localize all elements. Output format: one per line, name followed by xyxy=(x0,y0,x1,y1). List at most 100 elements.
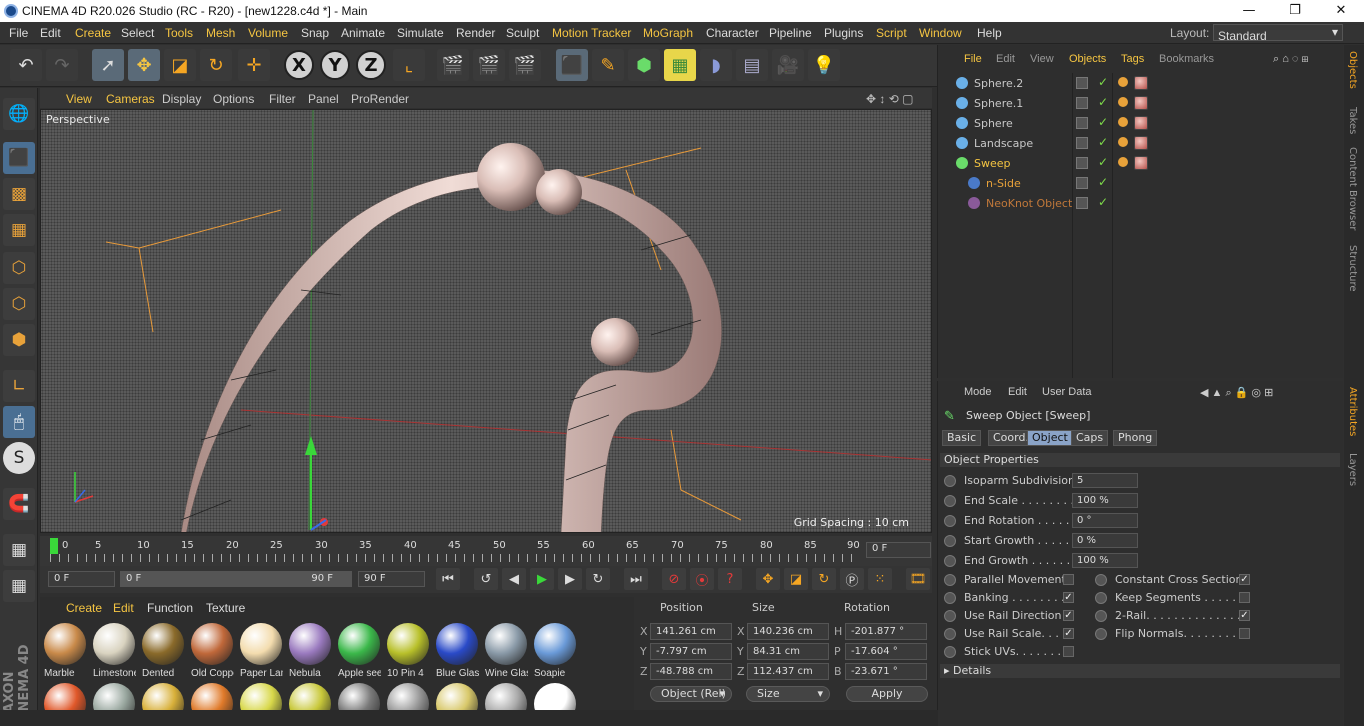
enabled-check-icon[interactable]: ✓ xyxy=(1098,155,1108,169)
material-swatch[interactable]: Dented xyxy=(140,621,185,679)
property-checkbox[interactable] xyxy=(1239,628,1250,639)
viewport-menu-panel[interactable]: Panel xyxy=(308,92,339,106)
animate-radio-icon[interactable] xyxy=(1095,628,1107,640)
phong-tag-icon[interactable] xyxy=(1118,137,1128,147)
position-field[interactable]: -48.788 cm xyxy=(650,663,732,680)
attribute-menu-mode[interactable]: Mode xyxy=(964,386,992,398)
go-to-end-icon[interactable]: ⏭ xyxy=(624,568,648,590)
navigation-arrows-icon[interactable]: ◀ ▲ ⌕ 🔒 ◎ ⊞ xyxy=(1200,386,1273,400)
menu-script[interactable]: Script xyxy=(876,26,907,40)
viewport-menu-cameras[interactable]: Cameras xyxy=(106,92,155,106)
material-swatch[interactable]: Marble xyxy=(42,621,87,679)
object-row[interactable]: Sphere ✓ xyxy=(938,113,1344,133)
phong-tag-icon[interactable] xyxy=(1118,157,1128,167)
property-checkbox[interactable]: ✓ xyxy=(1063,628,1074,639)
enabled-check-icon[interactable]: ✓ xyxy=(1098,75,1108,89)
object-name[interactable]: NeoKnot Object xyxy=(986,197,1072,210)
property-checkbox[interactable] xyxy=(1063,646,1074,657)
object-row[interactable]: Sweep ✓ xyxy=(938,153,1344,173)
material-swatch[interactable]: Nebula xyxy=(287,621,332,679)
object-row[interactable]: NeoKnot Object ✓ xyxy=(938,193,1344,213)
material-tag-icon[interactable] xyxy=(1134,156,1148,170)
workplane-mode-icon[interactable]: ▦ xyxy=(3,214,35,246)
sphere[interactable] xyxy=(591,318,639,366)
viewport-menu-display[interactable]: Display xyxy=(162,92,201,106)
material-swatch[interactable]: Apple seed xyxy=(336,621,381,679)
snapping-icon[interactable]: 🧲 xyxy=(3,488,35,520)
attribute-tab[interactable]: Caps xyxy=(1071,430,1109,446)
close-button[interactable]: ✕ xyxy=(1318,0,1364,22)
live-selection-icon[interactable]: ➚ xyxy=(92,49,124,81)
model-mode-icon[interactable]: ⬛ xyxy=(3,142,35,174)
cube-object-icon[interactable]: ⬛ xyxy=(556,49,588,81)
material-swatch[interactable]: 10 Pin 4 xyxy=(385,621,430,679)
layer-visibility-icon[interactable] xyxy=(1076,197,1088,209)
previous-frame-icon[interactable]: ◀ xyxy=(502,568,526,590)
object-row[interactable]: n-Side ✓ xyxy=(938,173,1344,193)
side-tab-content-browser[interactable]: Content Browser xyxy=(1347,147,1358,230)
recent-tools-icon[interactable]: ✛ xyxy=(238,49,270,81)
object-menu-bookmarks[interactable]: Bookmarks xyxy=(1159,53,1214,65)
side-tab-takes[interactable]: Takes xyxy=(1347,107,1358,134)
phong-tag-icon[interactable] xyxy=(1118,117,1128,127)
object-menu-tags[interactable]: Tags xyxy=(1121,53,1144,65)
frame-range-slider[interactable]: 0 F 90 F xyxy=(120,571,352,587)
layer-visibility-icon[interactable] xyxy=(1076,157,1088,169)
menu-pipeline[interactable]: Pipeline xyxy=(769,26,812,40)
parameter-key-icon[interactable]: Ⓟ xyxy=(840,568,864,590)
timeline[interactable]: 0 5 10 15 20 25 30 35 40 45 50 55 60 65 … xyxy=(40,536,932,566)
side-tab-layers[interactable]: Layers xyxy=(1347,453,1358,486)
menu-edit[interactable]: Edit xyxy=(40,26,61,40)
object-name[interactable]: Sweep xyxy=(974,157,1011,170)
object-name[interactable]: n-Side xyxy=(986,177,1021,190)
attribute-menu-user-data[interactable]: User Data xyxy=(1042,386,1092,398)
property-value-field[interactable]: 100 % xyxy=(1072,493,1138,508)
move-tool-icon[interactable]: ✥ xyxy=(128,49,160,81)
next-frame-icon[interactable]: ▶ xyxy=(558,568,582,590)
property-checkbox[interactable]: ✓ xyxy=(1239,610,1250,621)
side-tab-objects[interactable]: Objects xyxy=(1347,51,1358,89)
material-tag-icon[interactable] xyxy=(1134,76,1148,90)
property-value-field[interactable]: 5 xyxy=(1072,473,1138,488)
material-swatch[interactable]: Wine Glass xyxy=(483,621,528,679)
object-menu-objects[interactable]: Objects xyxy=(1069,53,1106,65)
point-level-animation-icon[interactable]: ⁙ xyxy=(868,568,892,590)
rotate-tool-icon[interactable]: ↻ xyxy=(200,49,232,81)
property-checkbox[interactable]: ✓ xyxy=(1063,610,1074,621)
redo-icon[interactable]: ↷ xyxy=(46,49,78,81)
object-menu-edit[interactable]: Edit xyxy=(996,53,1015,65)
menu-render[interactable]: Render xyxy=(456,26,495,40)
animate-radio-icon[interactable] xyxy=(944,475,956,487)
layer-visibility-icon[interactable] xyxy=(1076,137,1088,149)
material-tag-icon[interactable] xyxy=(1134,136,1148,150)
planar-workplane-icon[interactable]: ▦ xyxy=(3,570,35,602)
rotation-field[interactable]: -23.671 ° xyxy=(845,663,927,680)
menu-help[interactable]: Help xyxy=(977,26,1002,40)
property-value-field[interactable]: 0 ° xyxy=(1072,513,1138,528)
pen-spline-icon[interactable]: ✎ xyxy=(592,49,624,81)
material-menu-edit[interactable]: Edit xyxy=(113,601,134,615)
material-menu-function[interactable]: Function xyxy=(147,601,193,615)
record-active-objects-icon[interactable]: ⊘ xyxy=(662,568,686,590)
y-axis-lock-icon[interactable]: Y xyxy=(320,50,350,80)
start-frame-field[interactable]: 0 F xyxy=(48,571,115,587)
animate-radio-icon[interactable] xyxy=(1095,592,1107,604)
viewport-menu-filter[interactable]: Filter xyxy=(269,92,296,106)
viewport-menu-options[interactable]: Options xyxy=(213,92,254,106)
attribute-tab[interactable]: Basic xyxy=(942,430,982,446)
z-axis-lock-icon[interactable]: Z xyxy=(356,50,386,80)
viewport-menu-view[interactable]: View xyxy=(66,92,92,106)
menu-animate[interactable]: Animate xyxy=(341,26,385,40)
floor-scene-icon[interactable]: ▤ xyxy=(736,49,768,81)
details-section[interactable]: ▸ Details xyxy=(940,664,1340,678)
next-key-icon[interactable]: ↻ xyxy=(586,568,610,590)
layer-visibility-icon[interactable] xyxy=(1076,117,1088,129)
menu-simulate[interactable]: Simulate xyxy=(397,26,444,40)
object-name[interactable]: Sphere.1 xyxy=(974,97,1023,110)
object-name[interactable]: Sphere.2 xyxy=(974,77,1023,90)
animate-radio-icon[interactable] xyxy=(944,628,956,640)
axis-mode-icon[interactable]: ∟ xyxy=(3,370,35,402)
sphere-1[interactable] xyxy=(536,169,582,215)
x-axis-lock-icon[interactable]: X xyxy=(284,50,314,80)
layer-visibility-icon[interactable] xyxy=(1076,77,1088,89)
